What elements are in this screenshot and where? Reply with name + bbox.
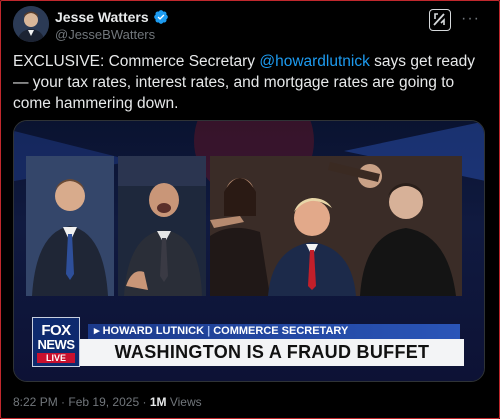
grok-icon [433,13,445,26]
display-name[interactable]: Jesse Watters [55,9,149,25]
chyron-title: COMMERCE SECRETARY [213,325,349,337]
crowd-figures [210,156,462,296]
grok-button[interactable] [429,9,451,31]
chyron-subline: ▸ HOWARD LUTNICK | COMMERCE SECRETARY [88,324,460,339]
avatar[interactable] [13,6,49,42]
author-name-row[interactable]: Jesse Watters [55,7,169,27]
fox-news-logo: FOX NEWS LIVE [32,317,80,367]
logo-line2: NEWS [37,337,76,352]
chyron-name: HOWARD LUTNICK [102,325,205,337]
mention-link[interactable]: @howardlutnick [259,53,370,70]
video-thumbnail[interactable]: FOX NEWS LIVE ▸ HOWARD LUTNICK | COMMERC… [13,120,485,382]
author-handle[interactable]: @JesseBWatters [55,27,155,42]
views-count: 1M [149,395,167,409]
tweet-meta: 8:22 PM · Feb 19, 2025 · 1M Views [13,395,202,409]
more-icon[interactable]: ··· [461,10,480,28]
chyron-headline: WASHINGTON IS A FRAUD BUFFET [80,339,464,366]
meta-dot: · [61,395,66,409]
views-label: Views [169,395,202,409]
host-figure [26,156,114,296]
tweet-text: EXCLUSIVE: Commerce Secretary @howardlut… [13,51,483,114]
video-panel-crowd [210,156,462,296]
tweet-text-prefix: EXCLUSIVE: Commerce Secretary [13,53,260,70]
video-panel-guest [118,156,206,296]
verified-badge-icon [153,10,168,24]
chyron-separator: | [207,325,211,337]
news-lower-third: FOX NEWS LIVE ▸ HOWARD LUTNICK | COMMERC… [32,317,464,370]
post-date[interactable]: Feb 19, 2025 [68,395,139,409]
meta-dot: · [142,395,147,409]
guest-figure [118,156,206,296]
logo-live-label: LIVE [37,353,75,363]
logo-line1: FOX [41,322,71,339]
video-panel-host [26,156,114,296]
avatar-image [13,6,49,42]
post-time[interactable]: 8:22 PM [13,395,58,409]
